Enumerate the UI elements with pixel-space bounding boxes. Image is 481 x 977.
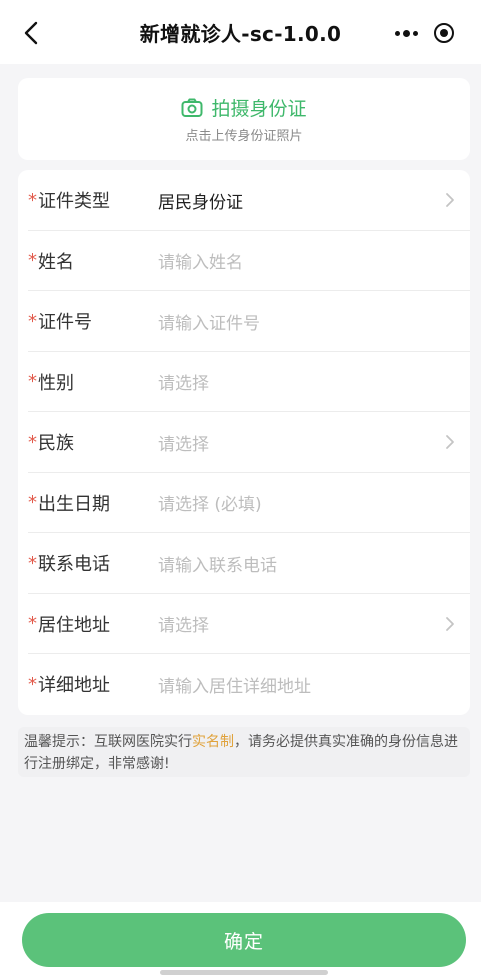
- required-mark: *: [28, 310, 37, 332]
- form-row-birth-date[interactable]: * 出生日期 请选择 (必填): [18, 473, 470, 533]
- upload-id-card-button[interactable]: 拍摄身份证 点击上传身份证照片: [18, 78, 470, 160]
- form-label: * 出生日期: [28, 492, 110, 515]
- upload-subtitle: 点击上传身份证照片: [185, 129, 303, 144]
- page: 新增就诊人-sc-1.0.0 拍摄身份证 点击上传身份证照片 * 证件类型 居民…: [0, 0, 481, 977]
- chevron-right-icon: [446, 193, 454, 208]
- navbar: 新增就诊人-sc-1.0.0: [0, 0, 481, 64]
- confirm-button[interactable]: 确定: [22, 913, 466, 967]
- name-input[interactable]: 请输入姓名: [158, 248, 243, 273]
- form-label: * 性别: [28, 371, 74, 394]
- mini-program-capsule: [379, 16, 467, 50]
- detail-address-input[interactable]: 请输入居住详细地址: [158, 672, 311, 697]
- more-dots-icon: [394, 29, 418, 37]
- form-row-id-number[interactable]: * 证件号 请输入证件号: [18, 291, 470, 352]
- phone-input[interactable]: 请输入联系电话: [158, 551, 277, 576]
- form-row-id-type[interactable]: * 证件类型 居民身份证: [18, 170, 470, 231]
- upload-title-row: 拍摄身份证: [181, 94, 307, 121]
- close-program-button[interactable]: [427, 18, 461, 48]
- required-mark: *: [28, 673, 37, 695]
- chevron-right-icon: [446, 435, 454, 450]
- id-number-input[interactable]: 请输入证件号: [158, 309, 260, 334]
- form-label: * 证件类型: [28, 189, 110, 213]
- required-mark: *: [28, 431, 37, 453]
- chevron-left-icon: [24, 21, 38, 45]
- home-indicator: [160, 970, 328, 975]
- patient-form: * 证件类型 居民身份证 * 姓名 请输入姓名 * 证件号 请输入证件号 * 性别 请选…: [18, 170, 470, 715]
- form-label: * 姓名: [28, 250, 74, 273]
- notice-tip: 温馨提示：互联网医院实行实名制，请务必提供真实准确的身份信息进行注册绑定，非常感…: [18, 727, 470, 777]
- form-label: * 联系电话: [28, 552, 110, 576]
- form-label: * 证件号: [28, 310, 92, 334]
- tip-highlight: 实名制: [192, 734, 234, 750]
- target-circle-icon: [434, 23, 454, 43]
- address-select[interactable]: 请选择: [158, 611, 209, 636]
- gender-select[interactable]: 请选择: [158, 369, 209, 394]
- back-button[interactable]: [18, 18, 44, 48]
- form-row-address[interactable]: * 居住地址 请选择: [18, 594, 470, 654]
- form-row-gender[interactable]: * 性别 请选择: [18, 352, 470, 412]
- required-mark: *: [28, 189, 37, 211]
- form-row-detail-address[interactable]: * 详细地址 请输入居住详细地址: [18, 654, 470, 715]
- form-row-ethnicity[interactable]: * 民族 请选择: [18, 412, 470, 473]
- form-label: * 民族: [28, 431, 74, 455]
- required-mark: *: [28, 492, 37, 514]
- form-row-name[interactable]: * 姓名 请输入姓名: [18, 231, 470, 291]
- id-type-select[interactable]: 居民身份证: [158, 188, 243, 213]
- required-mark: *: [28, 552, 37, 574]
- form-row-phone[interactable]: * 联系电话 请输入联系电话: [18, 533, 470, 594]
- ethnicity-select[interactable]: 请选择: [158, 430, 209, 455]
- required-mark: *: [28, 371, 37, 393]
- required-mark: *: [28, 613, 37, 635]
- upload-title: 拍摄身份证: [211, 98, 307, 120]
- birth-date-picker[interactable]: 请选择 (必填): [158, 490, 262, 515]
- required-mark: *: [28, 250, 37, 272]
- more-button[interactable]: [389, 18, 423, 48]
- form-label: * 居住地址: [28, 613, 110, 636]
- camera-icon: [181, 98, 203, 117]
- chevron-right-icon: [446, 616, 454, 631]
- tip-prefix: 温馨提示：互联网医院实行: [24, 734, 192, 750]
- form-label: * 详细地址: [28, 673, 110, 697]
- page-title: 新增就诊人-sc-1.0.0: [139, 21, 342, 46]
